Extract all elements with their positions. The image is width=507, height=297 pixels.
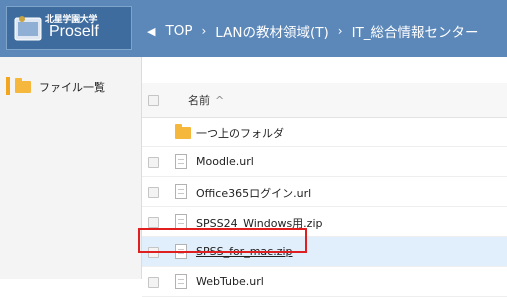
row-checkbox[interactable] — [148, 247, 159, 258]
folder-icon — [175, 124, 191, 139]
file-icon — [175, 214, 187, 229]
select-all-checkbox[interactable] — [148, 95, 159, 106]
logo-icon — [14, 16, 42, 41]
folder-icon — [15, 78, 31, 93]
active-indicator — [6, 77, 10, 95]
table-row[interactable]: WebTube.url — [142, 267, 507, 297]
name-column-label: 名前 — [188, 94, 210, 107]
breadcrumb-item-lan[interactable]: LANの教材領域(T) — [215, 21, 328, 41]
file-icon — [175, 184, 187, 199]
file-name[interactable]: SPSS_for_mac.zip — [196, 245, 293, 258]
table-row[interactable]: Moodle.url — [142, 147, 507, 177]
app-logo[interactable]: 北星学園大学 Proself — [6, 6, 132, 50]
list-item-parent-folder[interactable]: 一つ上のフォルダ — [142, 117, 507, 147]
breadcrumb-item-it-center[interactable]: IT_総合情報センター — [352, 21, 479, 41]
breadcrumb-item-top[interactable]: TOP — [165, 23, 192, 39]
sidebar: ファイル一覧 — [0, 57, 142, 279]
chevron-left-icon[interactable]: ◀ — [147, 25, 155, 38]
row-checkbox[interactable] — [148, 157, 159, 168]
breadcrumb-separator: › — [337, 24, 343, 38]
file-icon — [175, 154, 187, 169]
file-list-panel: 名前 ^ 一つ上のフォルダ Moodle.url Office365ログイン.ur… — [142, 57, 507, 297]
toolbar — [142, 57, 507, 84]
row-checkbox[interactable] — [148, 187, 159, 198]
file-list-header: 名前 ^ — [142, 83, 507, 118]
file-icon — [175, 274, 187, 289]
table-row[interactable]: SPSS24_Windows用.zip — [142, 207, 507, 237]
breadcrumb-separator: › — [201, 24, 207, 38]
sidebar-item-file-list[interactable]: ファイル一覧 — [6, 75, 142, 99]
sort-ascending-icon: ^ — [215, 94, 225, 107]
file-name[interactable]: WebTube.url — [196, 275, 264, 288]
breadcrumb: ◀ TOP › LANの教材領域(T) › IT_総合情報センター — [147, 21, 479, 41]
top-bar: 北星学園大学 Proself ◀ TOP › LANの教材領域(T) › IT_… — [0, 0, 507, 57]
file-name[interactable]: Moodle.url — [196, 155, 254, 168]
name-column-header[interactable]: 名前 ^ — [188, 92, 224, 108]
sidebar-item-label: ファイル一覧 — [39, 81, 105, 94]
file-name[interactable]: SPSS24_Windows用.zip — [196, 215, 323, 231]
row-checkbox[interactable] — [148, 217, 159, 228]
product-name: Proself — [49, 23, 99, 40]
table-row[interactable]: Office365ログイン.url — [142, 177, 507, 207]
file-name[interactable]: Office365ログイン.url — [196, 185, 311, 201]
file-icon — [175, 244, 187, 259]
table-row-selected[interactable]: SPSS_for_mac.zip — [142, 237, 507, 267]
file-name[interactable]: 一つ上のフォルダ — [196, 125, 284, 141]
